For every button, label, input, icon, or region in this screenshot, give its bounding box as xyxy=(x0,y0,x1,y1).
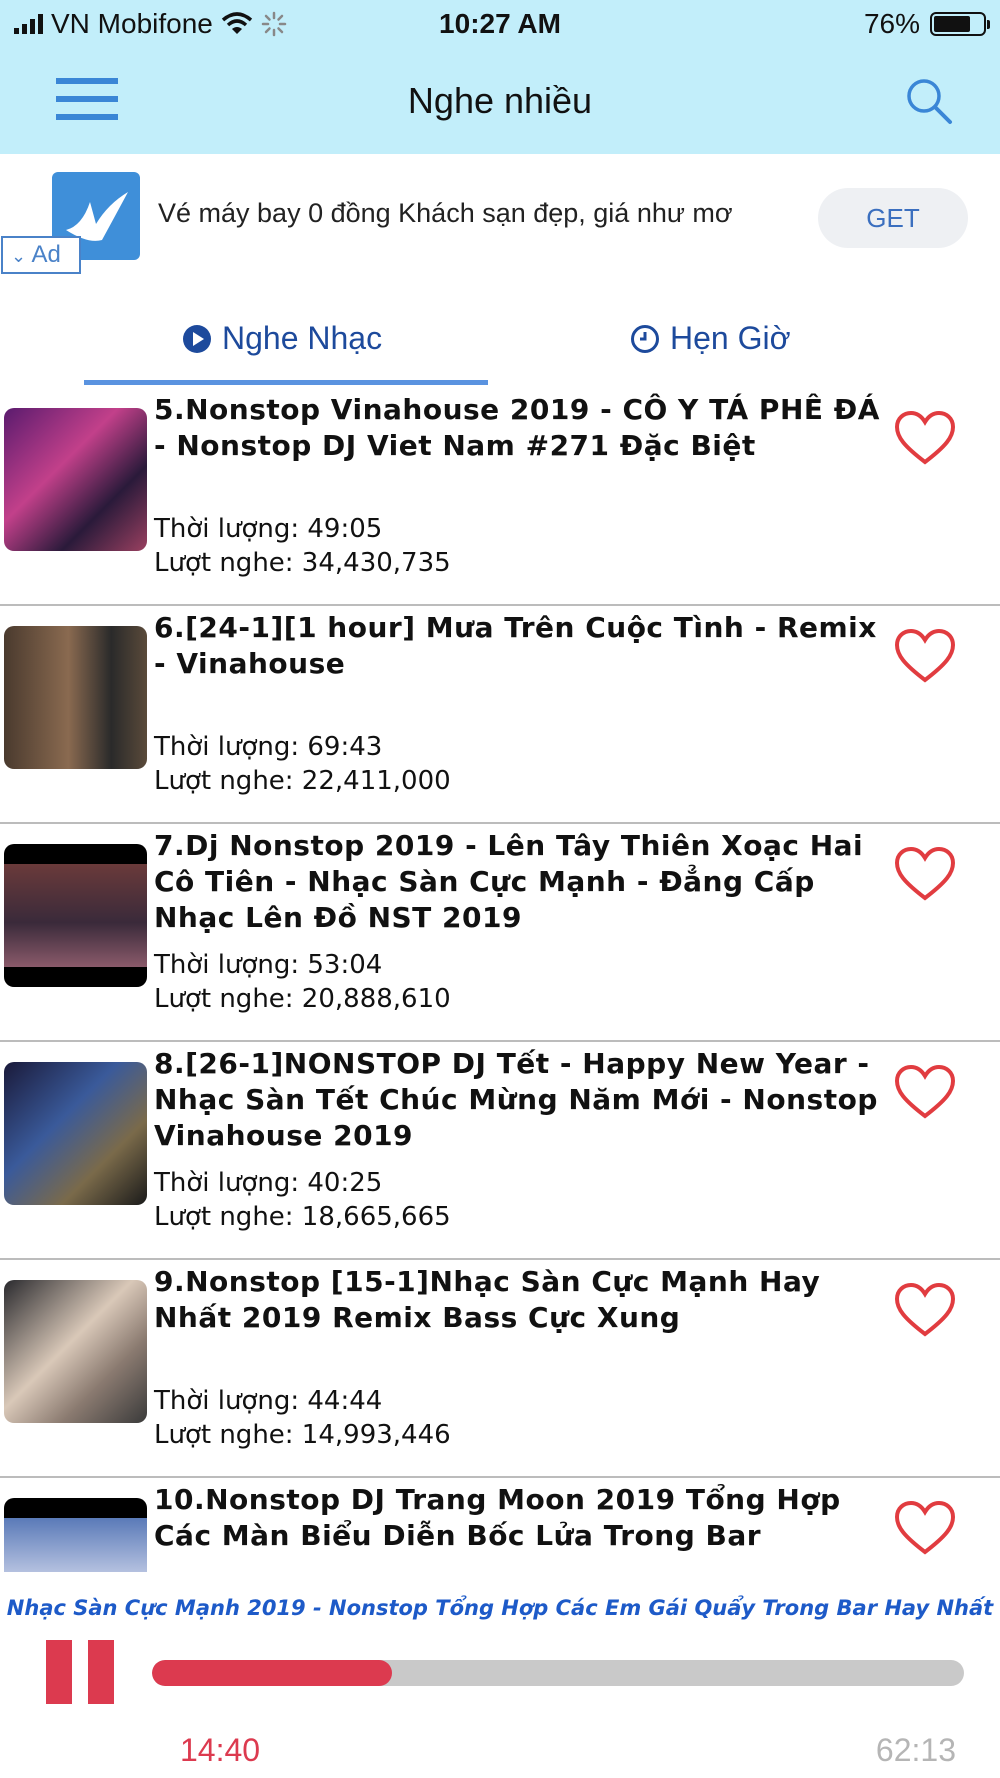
clock-icon xyxy=(631,324,659,353)
list-item[interactable]: 7.Dj Nonstop 2019 - Lên Tây Thiên Xoạc H… xyxy=(0,824,1000,1042)
chevron-down-icon: ⌄ xyxy=(11,246,27,266)
heart-icon[interactable] xyxy=(894,628,956,684)
track-thumbnail xyxy=(4,626,147,769)
list-item[interactable]: 8.[26-1]NONSTOP DJ Tết - Happy New Year … xyxy=(0,1042,1000,1260)
total-time: 62:13 xyxy=(875,1732,956,1768)
battery-percent: 76% xyxy=(863,8,920,39)
list-item[interactable]: 6.[24-1][1 hour] Mưa Trên Cuộc Tình - Re… xyxy=(0,606,1000,824)
search-icon[interactable] xyxy=(904,76,954,126)
page-title: Nghe nhiều xyxy=(407,80,593,121)
heart-icon[interactable] xyxy=(894,846,956,902)
tab-hen-gio[interactable]: Hẹn Giờ xyxy=(630,320,791,357)
heart-icon[interactable] xyxy=(894,410,956,466)
track-list[interactable]: 5.Nonstop Vinahouse 2019 - CÔ Y TÁ PHÊ Đ… xyxy=(0,388,1000,1572)
track-views: Lượt nghe: 20,888,610 xyxy=(154,984,451,1014)
tab-bar: Nghe Nhạc Hẹn Giờ xyxy=(0,300,1000,388)
ad-badge[interactable]: ⌄ Ad xyxy=(1,236,81,274)
track-duration: Thời lượng: 44:44 xyxy=(154,1386,383,1416)
list-item[interactable]: 9.Nonstop [15-1]Nhạc Sàn Cực Mạnh Hay Nh… xyxy=(0,1260,1000,1478)
play-circle-icon xyxy=(183,324,211,353)
track-title: 5.Nonstop Vinahouse 2019 - CÔ Y TÁ PHÊ Đ… xyxy=(154,393,880,462)
track-thumbnail xyxy=(4,1498,147,1572)
track-views: Lượt nghe: 22,411,000 xyxy=(154,766,451,796)
track-duration: Thời lượng: 49:05 xyxy=(154,514,383,544)
heart-icon[interactable] xyxy=(894,1500,956,1556)
track-views: Lượt nghe: 34,430,735 xyxy=(154,548,451,578)
track-title: 9.Nonstop [15-1]Nhạc Sàn Cực Mạnh Hay Nh… xyxy=(154,1265,821,1334)
track-views: Lượt nghe: 14,993,446 xyxy=(154,1420,451,1450)
track-duration: Thời lượng: 40:25 xyxy=(154,1168,383,1198)
pause-button[interactable] xyxy=(46,1640,114,1704)
tab-label: Hẹn Giờ xyxy=(670,320,791,356)
pause-icon xyxy=(88,1640,114,1704)
track-thumbnail xyxy=(4,1062,147,1205)
track-duration: Thời lượng: 69:43 xyxy=(154,732,383,762)
track-thumbnail xyxy=(4,1280,147,1423)
ad-banner[interactable]: Vé máy bay 0 đồng Khách sạn đẹp, giá như… xyxy=(0,154,1000,274)
ad-badge-label: Ad xyxy=(31,241,61,268)
pause-icon xyxy=(46,1640,72,1704)
heart-icon[interactable] xyxy=(894,1282,956,1338)
list-item[interactable]: 10.Nonstop DJ Trang Moon 2019 Tổng Hợp C… xyxy=(0,1478,1000,1572)
nav-bar: Nghe nhiều xyxy=(0,50,1000,154)
track-title: 8.[26-1]NONSTOP DJ Tết - Happy New Year … xyxy=(154,1047,878,1152)
current-time: 14:40 xyxy=(180,1732,261,1768)
track-views: Lượt nghe: 18,665,665 xyxy=(154,1202,451,1232)
status-time: 10:27 AM xyxy=(439,8,561,39)
track-thumbnail xyxy=(4,408,147,551)
progress-fill xyxy=(152,1660,393,1686)
active-tab-indicator xyxy=(84,380,488,385)
track-thumbnail xyxy=(4,844,147,987)
progress-slider[interactable] xyxy=(152,1660,964,1686)
track-title: 7.Dj Nonstop 2019 - Lên Tây Thiên Xoạc H… xyxy=(154,829,864,934)
ad-get-button[interactable]: GET xyxy=(818,188,968,248)
now-playing-title: Nhạc Sàn Cực Mạnh 2019 - Nonstop Tổng Hợ… xyxy=(6,1596,994,1620)
track-title: 10.Nonstop DJ Trang Moon 2019 Tổng Hợp C… xyxy=(154,1483,841,1552)
list-item[interactable]: 5.Nonstop Vinahouse 2019 - CÔ Y TÁ PHÊ Đ… xyxy=(0,388,1000,606)
status-bar: VN Mobifone 10:27 AM 76% xyxy=(0,0,1000,50)
battery-icon xyxy=(930,12,990,36)
heart-icon[interactable] xyxy=(894,1064,956,1120)
ad-text: Vé máy bay 0 đồng Khách sạn đẹp, giá như… xyxy=(158,198,733,228)
tab-label: Nghe Nhạc xyxy=(222,320,383,356)
tab-nghe-nhac[interactable]: Nghe Nhạc xyxy=(182,320,382,357)
track-title: 6.[24-1][1 hour] Mưa Trên Cuộc Tình - Re… xyxy=(154,611,877,680)
track-duration: Thời lượng: 53:04 xyxy=(154,950,383,980)
